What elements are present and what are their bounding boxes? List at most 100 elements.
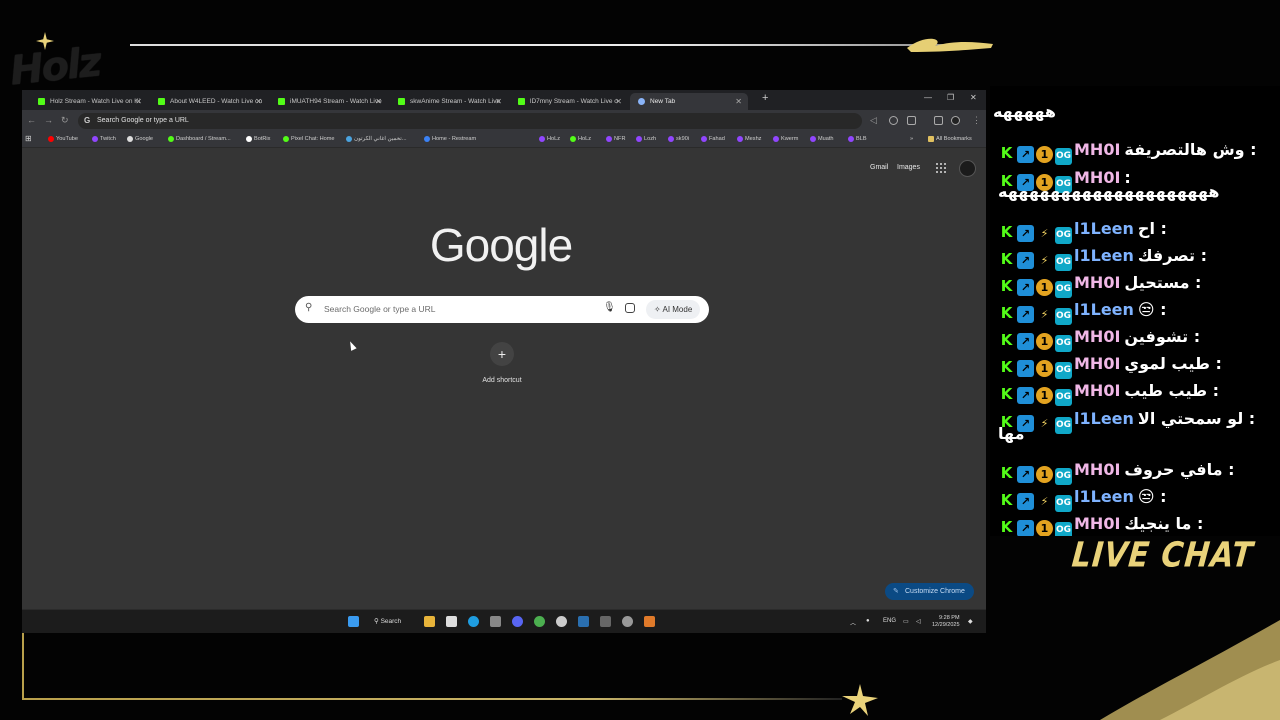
app-icon[interactable] bbox=[622, 616, 633, 627]
maximize-button[interactable]: ❐ bbox=[947, 93, 954, 102]
chat-username[interactable]: MH0I bbox=[1074, 381, 1120, 400]
minimize-button[interactable]: — bbox=[924, 93, 932, 102]
bookmark-item[interactable]: Twitch bbox=[92, 135, 116, 144]
chat-username[interactable]: MH0I bbox=[1074, 327, 1120, 346]
volume-icon[interactable]: ◁ bbox=[916, 618, 921, 625]
twitch-icon bbox=[606, 136, 612, 142]
bookmark-item[interactable]: Lozh bbox=[636, 135, 656, 144]
add-shortcut-button[interactable]: + bbox=[490, 342, 514, 366]
close-icon[interactable]: ✕ bbox=[495, 93, 502, 110]
bookmark-item[interactable]: BotRix bbox=[246, 135, 270, 144]
close-icon[interactable]: ✕ bbox=[615, 93, 622, 110]
chat-username[interactable]: l1Leen bbox=[1074, 409, 1134, 428]
profile-icon[interactable] bbox=[951, 116, 960, 125]
bookmark-overflow-icon[interactable]: » bbox=[902, 135, 913, 144]
bookmark-item[interactable]: Kwerm bbox=[773, 135, 798, 144]
browser-tab[interactable]: skwAnime Stream - Watch Live ✕ bbox=[390, 93, 508, 110]
tray-chevron-icon[interactable]: ︿ bbox=[850, 618, 856, 627]
bookmark-item[interactable]: Dashboard / Stream... bbox=[168, 135, 231, 144]
clock[interactable]: 9:28 PM 12/29/2025 bbox=[932, 615, 960, 629]
close-icon[interactable]: ✕ bbox=[735, 93, 742, 110]
close-icon[interactable]: ✕ bbox=[135, 93, 142, 110]
chat-username[interactable]: MH0I bbox=[1074, 354, 1120, 373]
chat-username[interactable]: l1Leen bbox=[1074, 300, 1134, 319]
obs-icon[interactable] bbox=[556, 616, 567, 627]
bookmark-item[interactable]: Pixel Chat: Home bbox=[283, 135, 335, 144]
bookmark-item[interactable]: HoLz bbox=[570, 135, 591, 144]
bookmark-item[interactable]: Meshz bbox=[737, 135, 761, 144]
microphone-icon[interactable]: 🎙 bbox=[603, 302, 616, 313]
browser-tab[interactable]: iMUATH94 Stream - Watch Live ✕ bbox=[270, 93, 388, 110]
bookmark-item[interactable]: Fahad bbox=[701, 135, 725, 144]
chat-username[interactable]: l1Leen bbox=[1074, 487, 1134, 506]
chat-username[interactable]: MH0I bbox=[1074, 273, 1120, 292]
forward-button[interactable]: → bbox=[44, 115, 53, 125]
gmail-link[interactable]: Gmail bbox=[870, 164, 888, 171]
app-icon[interactable] bbox=[600, 616, 611, 627]
google-apps-icon[interactable] bbox=[936, 163, 946, 173]
chat-username[interactable]: MH0I bbox=[1074, 140, 1120, 159]
chat-username[interactable]: MH0I bbox=[1074, 514, 1120, 533]
mute-icon[interactable]: ◁ bbox=[870, 115, 877, 126]
pencil-icon: ✎ bbox=[893, 588, 899, 595]
close-icon[interactable]: ✕ bbox=[255, 93, 262, 110]
browser-tab[interactable]: lD7mny Stream - Watch Live o ✕ bbox=[510, 93, 628, 110]
apps-icon[interactable]: ⊞ bbox=[25, 134, 32, 143]
bookmark-item[interactable]: Muath bbox=[810, 135, 834, 144]
taskbar-search[interactable]: ⚲ Search bbox=[374, 617, 401, 625]
all-bookmarks[interactable]: All Bookmarks bbox=[928, 135, 972, 144]
close-icon[interactable]: ✕ bbox=[375, 93, 382, 110]
language-indicator[interactable]: ENG bbox=[883, 618, 896, 624]
browser-tab[interactable]: About W4LEED - Watch Live on ✕ bbox=[150, 93, 268, 110]
bookmark-item[interactable]: sk90i bbox=[668, 135, 689, 144]
pixel-chat-icon bbox=[283, 136, 289, 142]
discord-icon[interactable] bbox=[512, 616, 523, 627]
bookmark-item[interactable]: YouTube bbox=[48, 135, 78, 144]
brush-stroke-icon bbox=[1100, 620, 1280, 720]
twitch-icon bbox=[668, 136, 674, 142]
chat-username[interactable]: l1Leen bbox=[1074, 246, 1134, 265]
browser-tab[interactable]: Holz Stream - Watch Live on Ki ✕ bbox=[30, 93, 148, 110]
chat-username[interactable]: l1Leen bbox=[1074, 219, 1134, 238]
store-icon[interactable] bbox=[446, 616, 457, 627]
search-input[interactable]: ⚲ Search Google or type a URL 🎙 ✧ AI Mod… bbox=[295, 296, 709, 323]
steam-icon[interactable] bbox=[578, 616, 589, 627]
edge-icon[interactable] bbox=[468, 616, 479, 627]
bookmark-item[interactable]: BLB bbox=[848, 135, 867, 144]
avatar[interactable] bbox=[959, 160, 976, 177]
reload-button[interactable]: ↻ bbox=[61, 115, 69, 126]
bookmark-item[interactable]: تخمين اغاني الكرتون... bbox=[346, 135, 407, 144]
microphone-icon[interactable]: ● bbox=[866, 618, 870, 624]
google-lens-icon[interactable] bbox=[625, 303, 635, 313]
customize-chrome-button[interactable]: ✎ Customize Chrome bbox=[885, 583, 974, 600]
kick-badge-icon: K bbox=[998, 251, 1015, 268]
notification-icon[interactable]: ◆ bbox=[968, 618, 973, 625]
extensions-puzzle-icon[interactable] bbox=[907, 116, 916, 125]
bolt-badge-icon: ⚡ bbox=[1040, 227, 1049, 240]
app-icon[interactable] bbox=[644, 616, 655, 627]
og-badge-icon: OG bbox=[1055, 335, 1072, 352]
extension-icon[interactable] bbox=[889, 116, 898, 125]
bookmark-item[interactable]: Home - Restream bbox=[424, 135, 476, 144]
address-bar[interactable]: G Search Google or type a URL bbox=[78, 113, 862, 129]
ai-mode-button[interactable]: ✧ AI Mode bbox=[646, 300, 701, 319]
chat-message-continuation: مها bbox=[998, 424, 1025, 443]
images-link[interactable]: Images bbox=[897, 164, 920, 171]
close-window-button[interactable]: ✕ bbox=[970, 93, 977, 102]
menu-kebab-icon[interactable]: ⋮ bbox=[972, 115, 981, 126]
browser-tab-active[interactable]: New Tab ✕ bbox=[630, 93, 748, 110]
app-icon[interactable] bbox=[490, 616, 501, 627]
bookmark-item[interactable]: NFR bbox=[606, 135, 626, 144]
add-shortcut-label: Add shortcut bbox=[482, 377, 522, 384]
windows-start-icon[interactable] bbox=[348, 616, 359, 627]
media-icon[interactable] bbox=[934, 116, 943, 125]
network-icon[interactable]: ▭ bbox=[903, 618, 909, 625]
new-tab-button[interactable]: + bbox=[762, 92, 768, 104]
back-button[interactable]: ← bbox=[27, 115, 36, 125]
bookmark-item[interactable]: HoLz bbox=[539, 135, 560, 144]
chrome-icon[interactable] bbox=[534, 616, 545, 627]
chat-username[interactable]: MH0I bbox=[1074, 460, 1120, 479]
file-explorer-icon[interactable] bbox=[424, 616, 435, 627]
founder-badge-icon: 1 bbox=[1036, 279, 1053, 296]
bookmark-item[interactable]: Google bbox=[127, 135, 153, 144]
